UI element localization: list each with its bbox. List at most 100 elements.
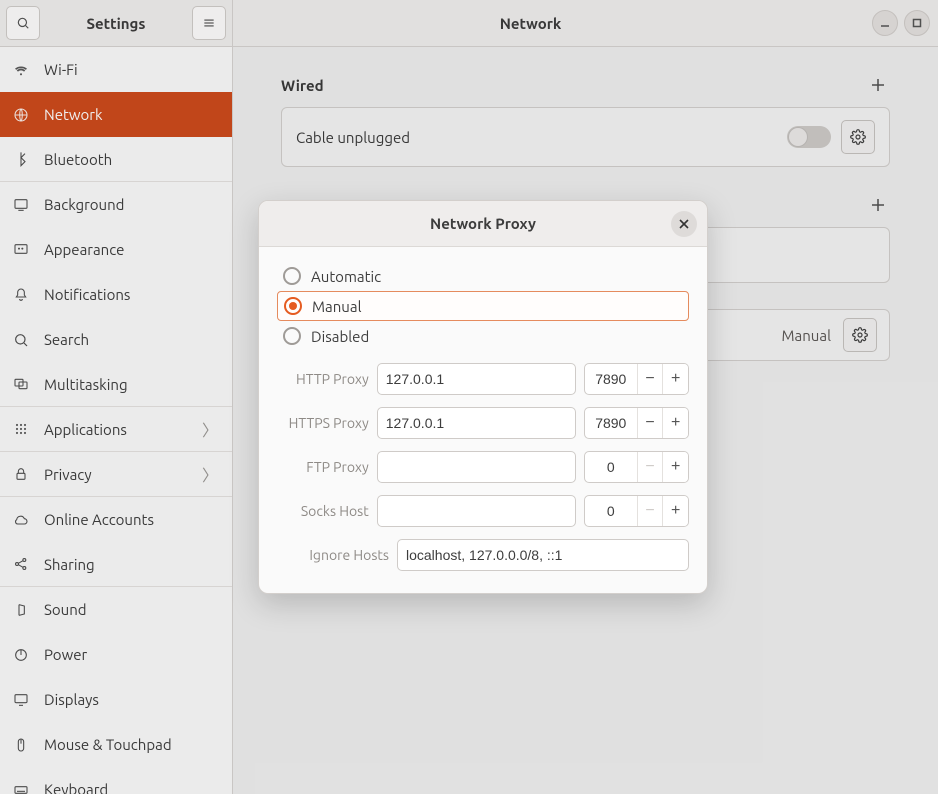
multitasking-icon [12,375,30,393]
sidebar-item-sharing[interactable]: Sharing [0,542,232,587]
sidebar-item-keyboard[interactable]: Keyboard [0,767,232,794]
sidebar-item-displays[interactable]: Displays [0,677,232,722]
sidebar-item-mouse-touchpad[interactable]: Mouse & Touchpad [0,722,232,767]
apps-icon [12,420,30,438]
sidebar-item-label: Sharing [44,556,218,573]
hamburger-button[interactable] [192,6,226,40]
ignore-hosts-label: Ignore Hosts [277,547,389,563]
sidebar-item-network[interactable]: Network [0,92,232,137]
sidebar-item-wi-fi[interactable]: Wi-Fi [0,47,232,92]
dialog-close-button[interactable] [671,211,697,237]
maximize-button[interactable] [904,10,930,36]
bluetooth-icon [12,150,30,168]
mouse-icon [12,736,30,754]
sidebar: Wi-Fi Network Bluetooth Background Appearanc… [0,47,233,794]
sound-icon [12,601,30,619]
proxy-option-manual[interactable]: Manual [277,291,689,321]
sidebar-item-label: Bluetooth [44,151,218,168]
sidebar-item-label: Displays [44,691,218,708]
globe-icon [12,106,30,124]
sidebar-item-label: Appearance [44,241,218,258]
radio-icon [284,297,302,315]
power-icon [12,646,30,664]
app-title: Settings [46,15,186,32]
sidebar-item-label: Background [44,196,218,213]
http-proxy-label: HTTP Proxy [277,371,369,387]
ftp-proxy-label: FTP Proxy [277,459,369,475]
socks-port-spinner: − + [584,495,689,527]
sidebar-item-search[interactable]: Search [0,317,232,362]
https-proxy-port-increment[interactable]: + [662,408,688,438]
sidebar-item-label: Notifications [44,286,218,303]
ftp-proxy-port-spinner: − + [584,451,689,483]
sidebar-item-label: Mouse & Touchpad [44,736,218,753]
minimize-icon [880,18,890,28]
sidebar-item-notifications[interactable]: Notifications [0,272,232,317]
proxy-option-label: Disabled [311,328,369,345]
http-proxy-port-increment[interactable]: + [662,364,688,394]
http-proxy-port-input[interactable] [585,364,637,394]
ignore-hosts-input[interactable] [397,539,689,571]
sidebar-item-label: Privacy [44,466,188,483]
minimize-button[interactable] [872,10,898,36]
dialog-header: Network Proxy [259,201,707,247]
appearance-icon [12,241,30,259]
sidebar-item-online-accounts[interactable]: Online Accounts [0,497,232,542]
chevron-right-icon: 〉 [202,462,218,486]
proxy-option-label: Manual [312,298,362,315]
ftp-proxy-port-input[interactable] [585,452,637,482]
sidebar-item-label: Wi-Fi [44,61,218,78]
https-proxy-port-decrement[interactable]: − [637,408,663,438]
ftp-proxy-port-increment[interactable]: + [662,452,688,482]
titlebar: Settings Network [0,0,938,47]
sidebar-item-power[interactable]: Power [0,632,232,677]
sidebar-item-label: Applications [44,421,188,438]
https-proxy-port-spinner: − + [584,407,689,439]
proxy-option-disabled[interactable]: Disabled [277,321,689,351]
radio-icon [283,267,301,285]
sidebar-item-privacy[interactable]: Privacy 〉 [0,452,232,497]
sidebar-item-label: Sound [44,601,218,618]
ftp-proxy-port-decrement[interactable]: − [637,452,663,482]
sidebar-item-label: Search [44,331,218,348]
sidebar-item-label: Keyboard [44,781,218,794]
dialog-title: Network Proxy [430,215,536,232]
sidebar-item-label: Multitasking [44,376,218,393]
sidebar-item-bluetooth[interactable]: Bluetooth [0,137,232,182]
https-proxy-label: HTTPS Proxy [277,415,369,431]
http-proxy-host-input[interactable] [377,363,576,395]
socks-port-increment[interactable]: + [662,496,688,526]
search-icon [12,331,30,349]
close-icon [679,219,689,229]
http-proxy-port-decrement[interactable]: − [637,364,663,394]
socks-host-input[interactable] [377,495,576,527]
https-proxy-host-input[interactable] [377,407,576,439]
socks-host-label: Socks Host [277,503,369,519]
https-proxy-port-input[interactable] [585,408,637,438]
search-button[interactable] [6,6,40,40]
proxy-option-label: Automatic [311,268,381,285]
sidebar-item-label: Network [44,106,218,123]
wifi-icon [12,61,30,79]
background-icon [12,196,30,214]
socks-port-decrement[interactable]: − [637,496,663,526]
proxy-option-automatic[interactable]: Automatic [277,261,689,291]
chevron-right-icon: 〉 [202,417,218,441]
bell-icon [12,286,30,304]
search-icon [16,16,30,30]
sidebar-item-sound[interactable]: Sound [0,587,232,632]
ftp-proxy-host-input[interactable] [377,451,576,483]
displays-icon [12,691,30,709]
socks-port-input[interactable] [585,496,637,526]
http-proxy-port-spinner: − + [584,363,689,395]
sidebar-item-background[interactable]: Background [0,182,232,227]
sidebar-item-appearance[interactable]: Appearance [0,227,232,272]
sidebar-item-label: Online Accounts [44,511,218,528]
cloud-icon [12,511,30,529]
sidebar-item-multitasking[interactable]: Multitasking [0,362,232,407]
keyboard-icon [12,781,30,794]
sidebar-item-applications[interactable]: Applications 〉 [0,407,232,452]
page-title: Network [233,15,828,32]
sidebar-item-label: Power [44,646,218,663]
radio-icon [283,327,301,345]
